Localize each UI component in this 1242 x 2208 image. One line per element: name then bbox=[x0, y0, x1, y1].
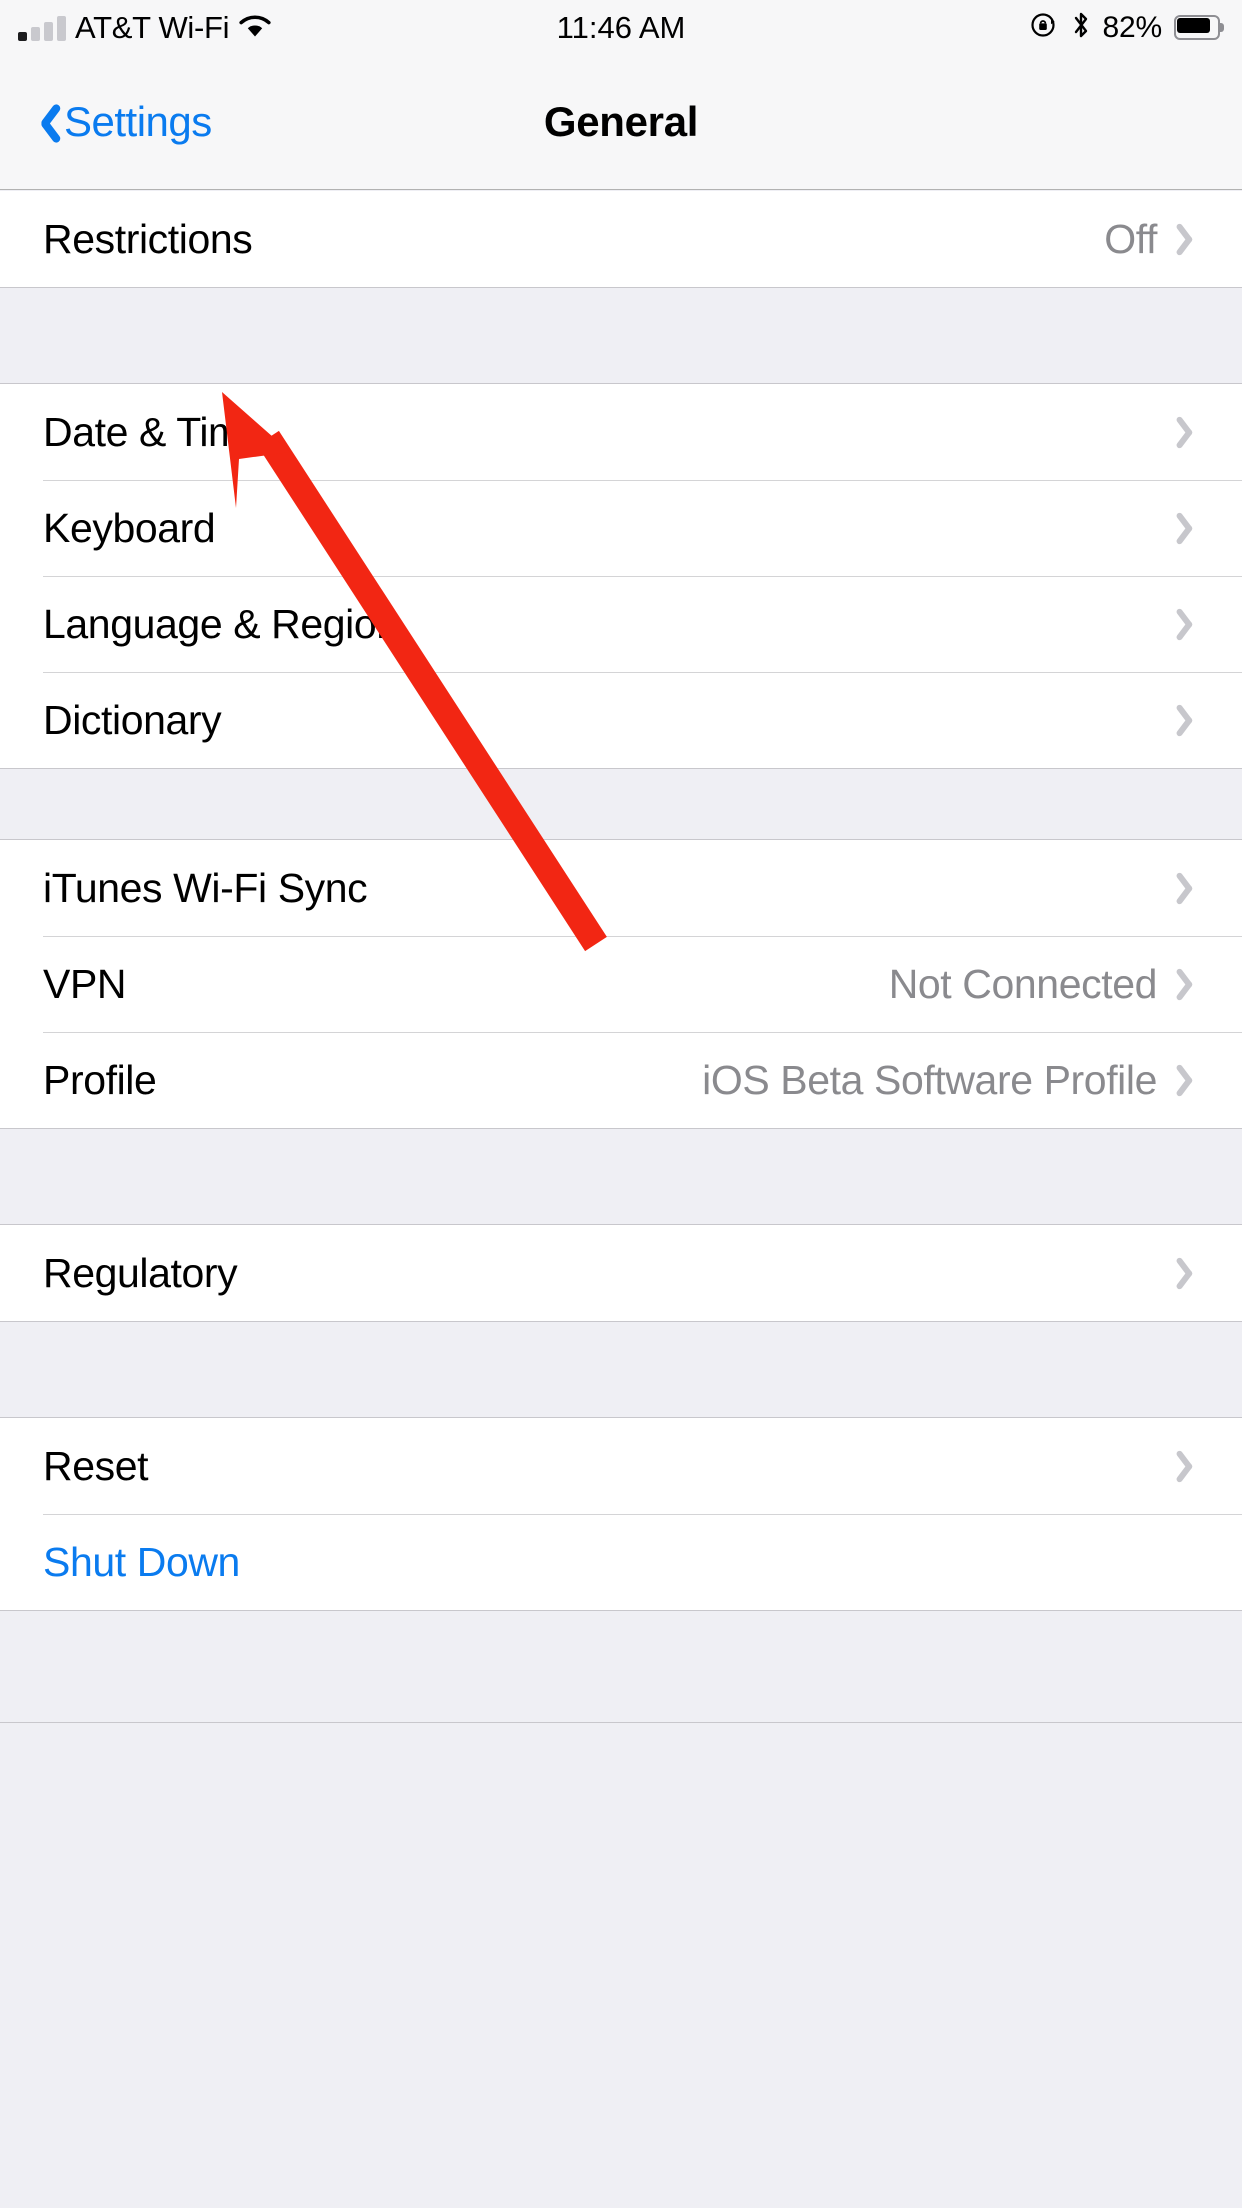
settings-list: Restrictions Off Date & Time Keyboard Langua… bbox=[0, 191, 1242, 1723]
bluetooth-icon bbox=[1071, 10, 1091, 45]
chevron-right-icon bbox=[1180, 1254, 1202, 1292]
row-vpn[interactable]: VPN Not Connected bbox=[0, 936, 1242, 1032]
group-spacer bbox=[0, 768, 1242, 840]
status-bar-right: 82% bbox=[1029, 0, 1224, 55]
chevron-right-icon bbox=[1180, 509, 1202, 547]
iphone-screen: AT&T Wi-Fi 11:46 AM 82% Settings General… bbox=[0, 0, 1242, 2208]
rotation-lock-icon bbox=[1029, 10, 1059, 45]
row-label-language-and-region: Language & Region bbox=[43, 600, 399, 647]
row-reset[interactable]: Reset bbox=[0, 1418, 1242, 1514]
row-label-dictionary: Dictionary bbox=[43, 696, 222, 743]
chevron-right-icon bbox=[1180, 701, 1202, 739]
row-value-vpn: Not Connected bbox=[888, 960, 1158, 1007]
row-label-regulatory: Regulatory bbox=[43, 1249, 238, 1296]
row-label-profile: Profile bbox=[43, 1056, 157, 1103]
row-keyboard[interactable]: Keyboard bbox=[0, 480, 1242, 576]
row-value-restrictions: Off bbox=[1104, 215, 1157, 262]
chevron-right-icon bbox=[1180, 965, 1202, 1003]
chevron-right-icon bbox=[1180, 1061, 1202, 1099]
row-regulatory[interactable]: Regulatory bbox=[0, 1225, 1242, 1321]
navigation-bar: Settings General bbox=[0, 55, 1242, 190]
row-label-reset: Reset bbox=[43, 1442, 149, 1489]
chevron-right-icon bbox=[1180, 220, 1202, 258]
battery-icon bbox=[1174, 15, 1224, 40]
row-label-shut-down: Shut Down bbox=[43, 1538, 240, 1585]
clock: 11:46 AM bbox=[556, 9, 686, 45]
status-bar: AT&T Wi-Fi 11:46 AM 82% bbox=[0, 0, 1242, 55]
row-itunes-wifi-sync[interactable]: iTunes Wi-Fi Sync bbox=[0, 840, 1242, 936]
row-value-profile: iOS Beta Software Profile bbox=[702, 1056, 1157, 1103]
row-date-and-time[interactable]: Date & Time bbox=[0, 384, 1242, 480]
page-title: General bbox=[543, 98, 699, 145]
row-label-restrictions: Restrictions bbox=[43, 215, 253, 262]
reset-group: Reset Shut Down bbox=[0, 1418, 1242, 1610]
chevron-right-icon bbox=[1180, 869, 1202, 907]
row-label-keyboard: Keyboard bbox=[43, 504, 216, 551]
localization-group: Date & Time Keyboard Language & Region Dict… bbox=[0, 384, 1242, 768]
restrictions-group: Restrictions Off bbox=[0, 191, 1242, 287]
row-label-date-and-time: Date & Time bbox=[43, 408, 265, 455]
regulatory-group: Regulatory bbox=[0, 1225, 1242, 1321]
group-spacer bbox=[0, 287, 1242, 384]
list-bottom-spacer bbox=[0, 1610, 1242, 1723]
connectivity-group: iTunes Wi-Fi Sync VPN Not Connected Profile… bbox=[0, 840, 1242, 1128]
row-dictionary[interactable]: Dictionary bbox=[0, 672, 1242, 768]
battery-percent-label: 82% bbox=[1102, 10, 1163, 44]
group-spacer bbox=[0, 1128, 1242, 1225]
row-restrictions[interactable]: Restrictions Off bbox=[0, 191, 1242, 287]
row-label-itunes-wifi-sync: iTunes Wi-Fi Sync bbox=[43, 864, 368, 911]
row-profile[interactable]: Profile iOS Beta Software Profile bbox=[0, 1032, 1242, 1128]
chevron-right-icon bbox=[1180, 1447, 1202, 1485]
row-shut-down[interactable]: Shut Down bbox=[0, 1514, 1242, 1610]
row-language-and-region[interactable]: Language & Region bbox=[0, 576, 1242, 672]
chevron-right-icon bbox=[1180, 605, 1202, 643]
group-spacer bbox=[0, 1321, 1242, 1418]
chevron-right-icon bbox=[1180, 413, 1202, 451]
row-label-vpn: VPN bbox=[43, 960, 127, 1007]
